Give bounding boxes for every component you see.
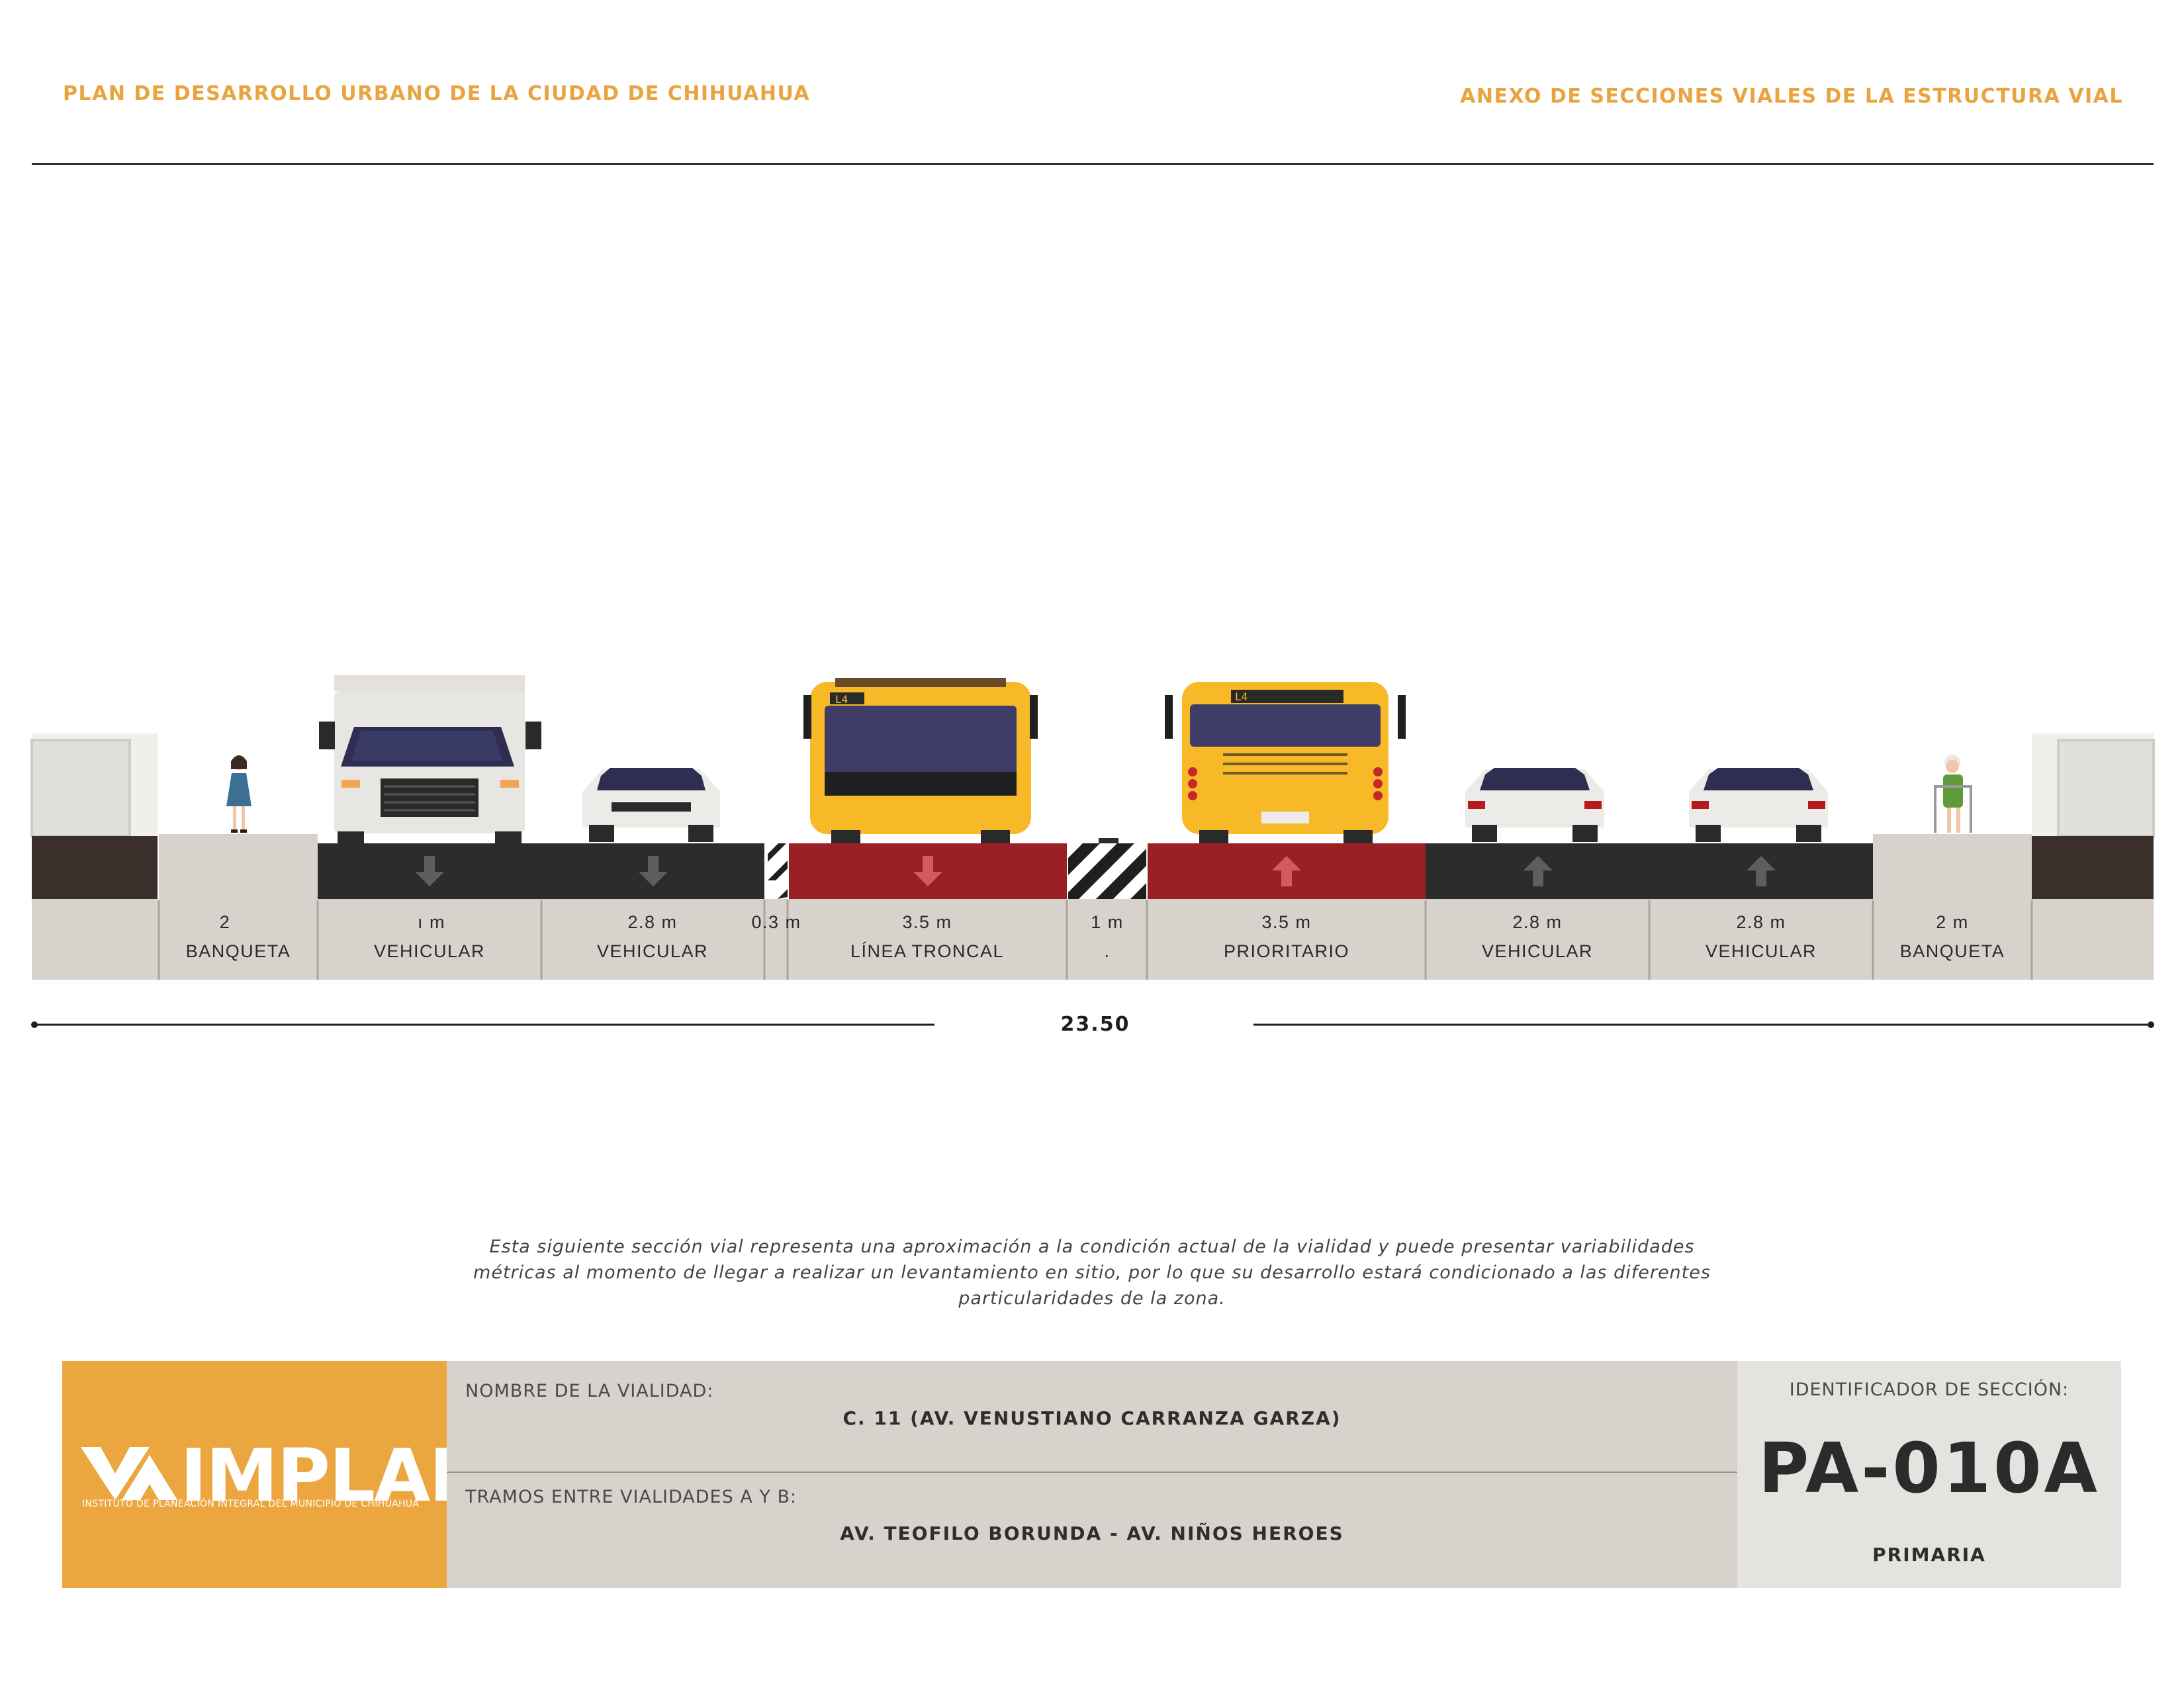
segment-name: PRIORITARIO xyxy=(1224,941,1349,961)
segment-name: BANQUETA xyxy=(1900,941,2005,961)
street-section-diagram: L4 L4 2 BANQUETA ı m VEHICULAR 2.8 m VEH… xyxy=(30,675,2155,1028)
segment-dimension: ı m xyxy=(418,912,445,932)
section-identifier-panel: IDENTIFICADOR DE SECCIÓN: PA-010A PRIMAR… xyxy=(1737,1361,2121,1588)
implan-mark-icon xyxy=(81,1447,177,1500)
segment-name: BANQUETA xyxy=(186,941,291,961)
bus-rear-icon: L4 xyxy=(1165,682,1406,843)
segment-name: LÍNEA TRONCAL xyxy=(850,941,1004,961)
segment-dimension: 2.8 m xyxy=(1736,912,1786,932)
bus-route-label: L4 xyxy=(1235,690,1248,703)
median-hatched xyxy=(1068,838,1146,899)
road-name-label: NOMBRE DE LA VIALIDAD: xyxy=(465,1381,714,1401)
roadway-asphalt-right xyxy=(1426,843,1873,899)
segment-name: VEHICULAR xyxy=(374,941,485,961)
roadway-asphalt-left xyxy=(318,843,764,899)
pedestrian-woman-icon xyxy=(226,755,251,833)
building-left xyxy=(30,733,158,899)
segment-name: VEHICULAR xyxy=(597,941,708,961)
section-base xyxy=(32,899,2154,980)
segment-dimension: 2.8 m xyxy=(1512,912,1562,932)
segment-dimension: 2 m xyxy=(1936,912,1969,932)
segment-value: AV. TEOFILO BORUNDA - AV. NIÑOS HEROES xyxy=(840,1523,1344,1544)
segment-dimension: 1 m xyxy=(1091,912,1124,932)
implan-logo-subtitle: INSTITUTO DE PLANEACIÓN INTEGRAL DEL MUN… xyxy=(82,1499,420,1509)
building-right xyxy=(2032,733,2155,899)
segment-dimension: 3.5 m xyxy=(902,912,952,932)
segment-dimension: 0.3 m xyxy=(751,912,801,932)
identifier-code: PA-010A xyxy=(1758,1428,2100,1509)
identifier-label: IDENTIFICADOR DE SECCIÓN: xyxy=(1789,1380,2070,1400)
segment-name: . xyxy=(1104,941,1110,961)
road-name-value: C. 11 (AV. VENUSTIANO CARRANZA GARZA) xyxy=(842,1407,1342,1429)
segment-dimension: 2 xyxy=(220,912,231,932)
bus-route-label: L4 xyxy=(835,693,848,706)
segment-label: TRAMOS ENTRE VIALIDADES A Y B: xyxy=(465,1487,797,1507)
car-rear-icon xyxy=(1689,768,1828,842)
segment-name: VEHICULAR xyxy=(1482,941,1593,961)
implan-logo-panel: IMPLAN INSTITUTO DE PLANEACIÓN INTEGRAL … xyxy=(62,1361,490,1588)
bus-front-icon: L4 xyxy=(803,678,1038,843)
segment-dimension: 3.5 m xyxy=(1261,912,1311,932)
road-info-panel: NOMBRE DE LA VIALIDAD: C. 11 (AV. VENUST… xyxy=(447,1361,1737,1588)
disclaimer-text: Esta siguiente sección vial representa u… xyxy=(473,1237,1711,1309)
car-front-icon xyxy=(582,768,720,842)
info-divider xyxy=(447,1472,1737,1473)
total-width-label: 23.50 xyxy=(1060,1013,1130,1036)
segment-dimension: 2.8 m xyxy=(627,912,677,932)
segment-name: VEHICULAR xyxy=(1706,941,1817,961)
pedestrian-elderly-walker-icon xyxy=(1934,755,1972,833)
road-type: PRIMARIA xyxy=(1872,1544,1986,1566)
car-rear-icon xyxy=(1465,768,1604,842)
truck-icon xyxy=(319,675,541,843)
